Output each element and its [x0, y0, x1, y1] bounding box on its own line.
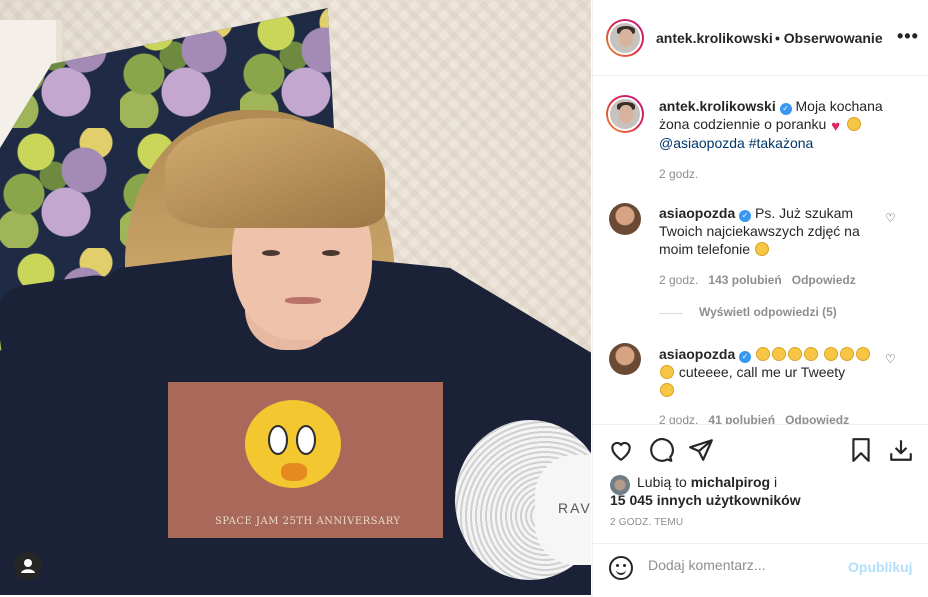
share-icon[interactable] — [688, 437, 714, 469]
verified-badge-icon: ✓ — [739, 351, 752, 363]
reply-button[interactable]: Odpowiedz — [785, 413, 849, 424]
caption-author-avatar[interactable] — [606, 95, 644, 133]
flushed-emoji-icon — [804, 347, 819, 361]
post-actions: Lubią to michalpirog i 15 045 innych uży… — [593, 424, 928, 544]
comment: asiaopozda ✓ cuteeee, call me ur Tweety — [659, 345, 879, 399]
comment-time: 2 godz. — [659, 413, 699, 424]
photo-mouth — [285, 297, 321, 304]
comment-likes[interactable]: 143 polubień — [708, 273, 781, 287]
comment-text: cuteeee, call me ur Tweety — [678, 364, 846, 380]
fan-label: RAVI — [558, 500, 591, 516]
verified-badge-icon: ✓ — [779, 103, 792, 115]
download-icon[interactable] — [888, 437, 914, 469]
post-time[interactable]: 2 GODZ. TEMU — [610, 517, 683, 528]
like-comment-heart-icon[interactable]: ♡ — [885, 211, 896, 225]
heart-icon[interactable] — [608, 437, 634, 469]
likes-summary: Lubią to michalpirog i 15 045 innych uży… — [610, 473, 801, 509]
separator-dot: • — [775, 30, 784, 46]
tweety-eye-left — [268, 425, 288, 455]
kissing-emoji-icon — [754, 242, 769, 256]
other-likers[interactable]: 15 045 innych użytkowników — [610, 492, 801, 508]
flushed-emoji-icon — [788, 347, 803, 361]
comment-time: 2 godz. — [659, 273, 699, 287]
comment-meta: 2 godz. 143 polubień Odpowiedz — [659, 273, 856, 287]
verified-badge-icon: ✓ — [739, 210, 752, 222]
author-avatar[interactable] — [606, 19, 644, 57]
caption: antek.krolikowski ✓ Moja kochana żona co… — [659, 97, 894, 152]
replies-divider — [659, 313, 683, 314]
joy-emoji-icon — [823, 347, 838, 361]
post-photo[interactable]: SPACE JAM 25TH ANNIVERSARY RAVI — [0, 0, 591, 595]
tweety-eye-right — [296, 425, 316, 455]
joy-emoji-icon — [839, 347, 854, 361]
author-username[interactable]: antek.krolikowski — [656, 30, 773, 46]
comment-username[interactable]: asiaopozda — [659, 205, 735, 221]
comment-avatar[interactable] — [609, 343, 641, 375]
joy-emoji-icon — [855, 347, 870, 361]
user-icon — [21, 559, 35, 573]
laughing-emoji-icon — [847, 117, 862, 131]
caption-tags[interactable]: @asiaopozda #takażona — [659, 135, 813, 151]
flushed-emoji-icon — [756, 347, 771, 361]
comment-likes[interactable]: 41 polubień — [708, 413, 775, 424]
emoji-picker-icon[interactable] — [609, 556, 633, 580]
flushed-emoji-icon — [772, 347, 787, 361]
likes-conjunction: i — [773, 474, 778, 490]
follow-status[interactable]: • Obserwowanie — [775, 30, 883, 46]
liked-by-user[interactable]: michalpirog — [691, 474, 770, 490]
tweety-beak — [281, 463, 307, 481]
more-options-icon[interactable]: ••• — [897, 26, 919, 47]
comment-avatar[interactable] — [609, 203, 641, 235]
add-comment-bar: Opublikuj — [593, 543, 928, 597]
red-heart-emoji-icon: ♥ — [831, 118, 841, 135]
caption-username[interactable]: antek.krolikowski — [659, 98, 776, 114]
post-side-panel: antek.krolikowski • Obserwowanie ••• ant… — [592, 0, 928, 597]
photo-eye-right — [322, 250, 340, 256]
post-header: antek.krolikowski • Obserwowanie ••• — [593, 0, 928, 76]
shirt-print-text: SPACE JAM 25TH ANNIVERSARY — [215, 516, 401, 527]
comment-meta: 2 godz. 41 polubień Odpowiedz — [659, 413, 849, 424]
comment: asiaopozda ✓ Ps. Już szukam Twoich najci… — [659, 204, 879, 258]
comment-username[interactable]: asiaopozda — [659, 346, 735, 362]
comment-icon[interactable] — [648, 437, 674, 469]
likes-prefix: Lubią to — [637, 474, 687, 490]
comment-input[interactable] — [648, 557, 848, 573]
photo-eye-left — [262, 250, 280, 256]
bookmark-icon[interactable] — [848, 437, 874, 469]
like-comment-heart-icon[interactable]: ♡ — [885, 352, 896, 366]
comments-list[interactable]: antek.krolikowski ✓ Moja kochana żona co… — [593, 77, 928, 424]
tagged-users-button[interactable] — [14, 552, 42, 580]
follow-status-label: Obserwowanie — [783, 30, 883, 46]
reply-button[interactable]: Odpowiedz — [792, 273, 856, 287]
view-replies-button[interactable]: Wyświetl odpowiedzi (5) — [699, 305, 837, 319]
sunglasses-emoji-icon — [660, 383, 674, 397]
joy-emoji-icon — [660, 365, 674, 379]
caption-time: 2 godz. — [659, 167, 699, 181]
publish-button[interactable]: Opublikuj — [848, 559, 913, 575]
